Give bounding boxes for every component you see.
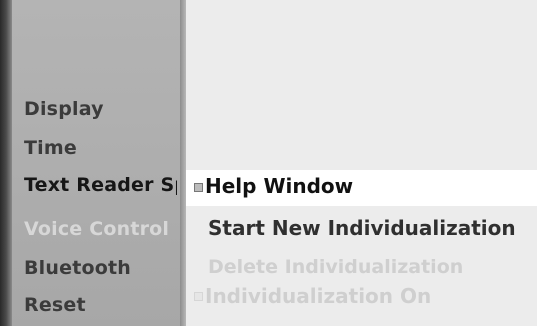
menu-item-voice-control: Voice Control [24,218,170,240]
menu-item-bluetooth[interactable]: Bluetooth [24,257,131,279]
submenu-item-individualization-on: Individualization On [205,284,432,308]
submenu-item-help-window[interactable]: Help Window [205,174,353,198]
checkbox-icon [194,292,203,301]
left-edge-shadow [0,0,12,326]
menu-item-time[interactable]: Time [24,137,77,159]
settings-screen: Display Time Text Reader Sp Voice Contro… [0,0,537,326]
menu-item-text-reader-speed[interactable]: Text Reader Sp [24,174,177,196]
menu-item-display[interactable]: Display [24,98,104,120]
menu-item-reset[interactable]: Reset [24,294,86,316]
checkbox-icon[interactable] [194,183,203,192]
submenu-item-start-new-individualization[interactable]: Start New Individualization [208,216,516,240]
submenu-item-delete-individualization: Delete Individualization [208,256,464,278]
